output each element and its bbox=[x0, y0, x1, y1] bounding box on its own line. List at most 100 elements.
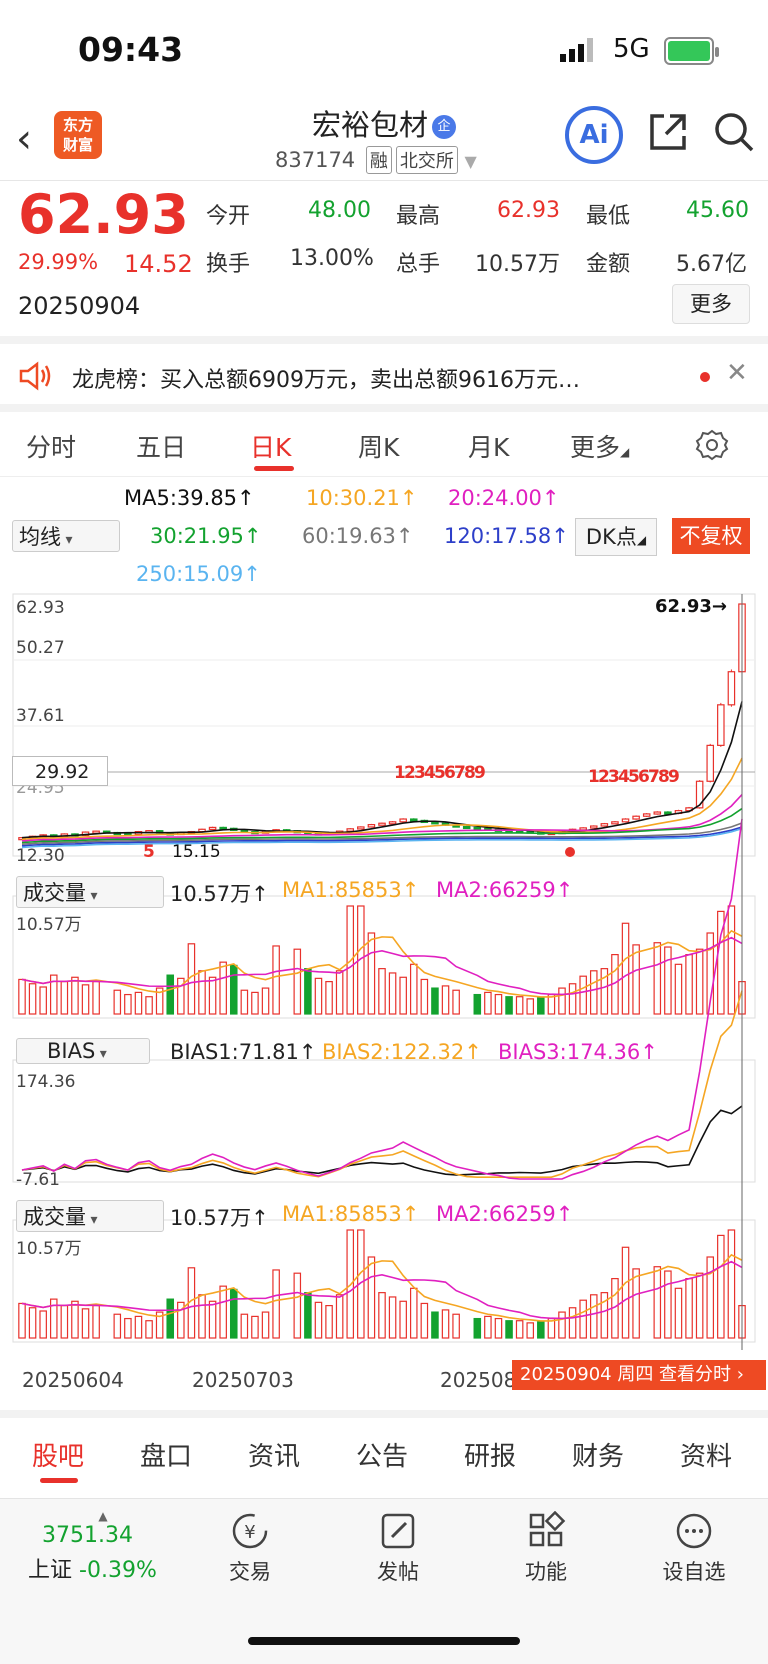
tab-more[interactable]: 更多◢ bbox=[570, 428, 629, 464]
x-axis-label-2: 20250703 bbox=[192, 1368, 294, 1392]
amount-value: 5.67亿 bbox=[676, 252, 747, 277]
post-button[interactable]: 发帖 bbox=[348, 1511, 448, 1586]
vol1-bar bbox=[92, 981, 100, 1015]
add-watchlist-button[interactable]: 设自选 bbox=[644, 1511, 744, 1586]
candle-body bbox=[473, 826, 482, 831]
vol2-bar bbox=[717, 1234, 725, 1339]
bias3-label: BIAS3:174.36↑ bbox=[498, 1040, 658, 1064]
tab-monthly-k[interactable]: 月K bbox=[468, 428, 509, 464]
vol2-bar bbox=[494, 1317, 503, 1339]
tab-profile[interactable]: 资料 bbox=[680, 1436, 732, 1473]
status-bar: 09:43 5G bbox=[0, 0, 768, 100]
vol2-bar bbox=[71, 1300, 79, 1339]
vol1-ma1: MA1:85853↑ bbox=[282, 878, 420, 902]
index-widget[interactable]: ▲ 3751.34 上证 -0.39% bbox=[28, 1509, 178, 1584]
volume-label: 总手 bbox=[396, 252, 441, 277]
candle-body bbox=[462, 825, 471, 830]
vol2-y-top: 10.57万 bbox=[16, 1239, 82, 1259]
search-icon[interactable] bbox=[712, 110, 756, 154]
vol2-ma1: MA1:85853↑ bbox=[282, 1202, 420, 1226]
market-tag: 北交所 bbox=[395, 146, 458, 174]
functions-label: 功能 bbox=[525, 1560, 567, 1584]
y-axis-2: 50.27 bbox=[16, 638, 65, 658]
vol1-bar bbox=[261, 987, 270, 1015]
tab-weekly-k[interactable]: 周K bbox=[358, 428, 399, 464]
no-adjust-button[interactable]: 不复权 bbox=[672, 518, 750, 554]
candle-body bbox=[621, 818, 630, 823]
indicator-select[interactable]: 均线 bbox=[12, 520, 120, 552]
vol1-bar bbox=[388, 972, 397, 1015]
candle-body bbox=[653, 811, 662, 815]
candle-body bbox=[706, 744, 715, 782]
vol2-bar bbox=[484, 1315, 492, 1339]
bias1-line bbox=[21, 1105, 743, 1176]
volume-select-1[interactable]: 成交量 bbox=[16, 876, 164, 908]
kline-chart[interactable]: 123456789 123456789 bbox=[0, 590, 768, 1410]
vol1-bar bbox=[28, 983, 37, 1015]
settings-gear-icon[interactable] bbox=[695, 428, 729, 462]
share-icon[interactable] bbox=[646, 110, 690, 154]
crosshair-date-tip[interactable]: 20250904 周四 查看分时 › bbox=[512, 1360, 766, 1390]
vol1-bar bbox=[505, 996, 513, 1015]
vol1-bar bbox=[81, 984, 90, 1015]
close-icon[interactable]: ✕ bbox=[726, 358, 748, 388]
more-quote-button[interactable]: 更多 bbox=[672, 284, 750, 324]
vol2-bar bbox=[335, 1294, 344, 1339]
tab-five-day[interactable]: 五日 bbox=[136, 428, 186, 464]
vol2-bar bbox=[388, 1296, 397, 1339]
vol2-bar bbox=[431, 1311, 439, 1339]
high-label: 最高 bbox=[396, 204, 441, 229]
vol1-bar bbox=[695, 948, 704, 1015]
vol2-bar bbox=[124, 1317, 132, 1339]
tab-guba[interactable]: 股吧 bbox=[32, 1436, 84, 1473]
tab-daily-k[interactable]: 日K bbox=[250, 428, 291, 464]
vol2-bar bbox=[558, 1311, 566, 1339]
network-label: 5G bbox=[613, 34, 650, 64]
candle-body bbox=[611, 821, 619, 825]
dragon-tiger-banner[interactable]: 龙虎榜：买入总额6909万元，卖出总额9616万元… ✕ bbox=[0, 346, 768, 408]
vol1-value: 10.57万↑ bbox=[170, 882, 269, 906]
dk-point-select[interactable]: DK点◢ bbox=[575, 518, 657, 556]
low-price-mark: 15.15 bbox=[172, 842, 221, 862]
signal-icon bbox=[560, 38, 593, 62]
vol1-bar bbox=[441, 985, 450, 1015]
vol1-bar bbox=[124, 993, 132, 1015]
dragon-tiger-text: 龙虎榜：买入总额6909万元，卖出总额9616万元… bbox=[72, 368, 580, 393]
tab-more-label: 更多 bbox=[570, 433, 621, 462]
stock-code: 837174 bbox=[275, 148, 356, 172]
functions-button[interactable]: 功能 bbox=[496, 1510, 596, 1586]
tab-news[interactable]: 资讯 bbox=[248, 1436, 300, 1473]
bias-select[interactable]: BIAS bbox=[16, 1038, 150, 1064]
vol1-bar bbox=[134, 991, 143, 1015]
tab-announcements[interactable]: 公告 bbox=[356, 1436, 408, 1473]
stock-header: ‹ 东方 财富 宏裕包材企 837174 融北交所 ▼ Ai bbox=[0, 96, 768, 181]
ma10-label: 10:30.21↑ bbox=[306, 486, 418, 510]
vol1-bar bbox=[229, 964, 238, 1015]
ma5-label: MA5:39.85↑ bbox=[124, 486, 255, 510]
tab-research[interactable]: 研报 bbox=[464, 1436, 516, 1473]
vol2-bar bbox=[251, 1315, 259, 1339]
active-tab-underline bbox=[40, 1478, 78, 1483]
candle-body bbox=[357, 826, 365, 830]
stock-code-row[interactable]: 837174 融北交所 ▼ bbox=[275, 146, 477, 174]
tab-intraday[interactable]: 分时 bbox=[26, 428, 76, 464]
vol2-bar bbox=[664, 1270, 672, 1339]
candle-body bbox=[579, 827, 587, 831]
vol1-bar bbox=[579, 975, 587, 1015]
volume-select-2[interactable]: 成交量 bbox=[16, 1200, 164, 1232]
vol2-bar bbox=[229, 1288, 238, 1339]
vol2-bar bbox=[473, 1317, 482, 1339]
stock-name: 宏裕包材 bbox=[311, 108, 428, 142]
tab-finance[interactable]: 财务 bbox=[572, 1436, 624, 1473]
trade-button[interactable]: ¥ 交易 bbox=[200, 1511, 300, 1586]
tab-pankou[interactable]: 盘口 bbox=[140, 1436, 192, 1473]
vol1-bar bbox=[304, 968, 312, 1015]
amount-label: 金额 bbox=[586, 252, 631, 277]
vol1-y-top: 10.57万 bbox=[16, 915, 82, 935]
seq1-digit: 9 bbox=[474, 763, 486, 783]
vol2-bar bbox=[399, 1300, 407, 1339]
ai-button[interactable]: Ai bbox=[565, 106, 623, 164]
vol1-bar bbox=[589, 970, 598, 1015]
vol2-bar bbox=[293, 1272, 302, 1339]
index-name: 上证 bbox=[28, 1558, 73, 1583]
